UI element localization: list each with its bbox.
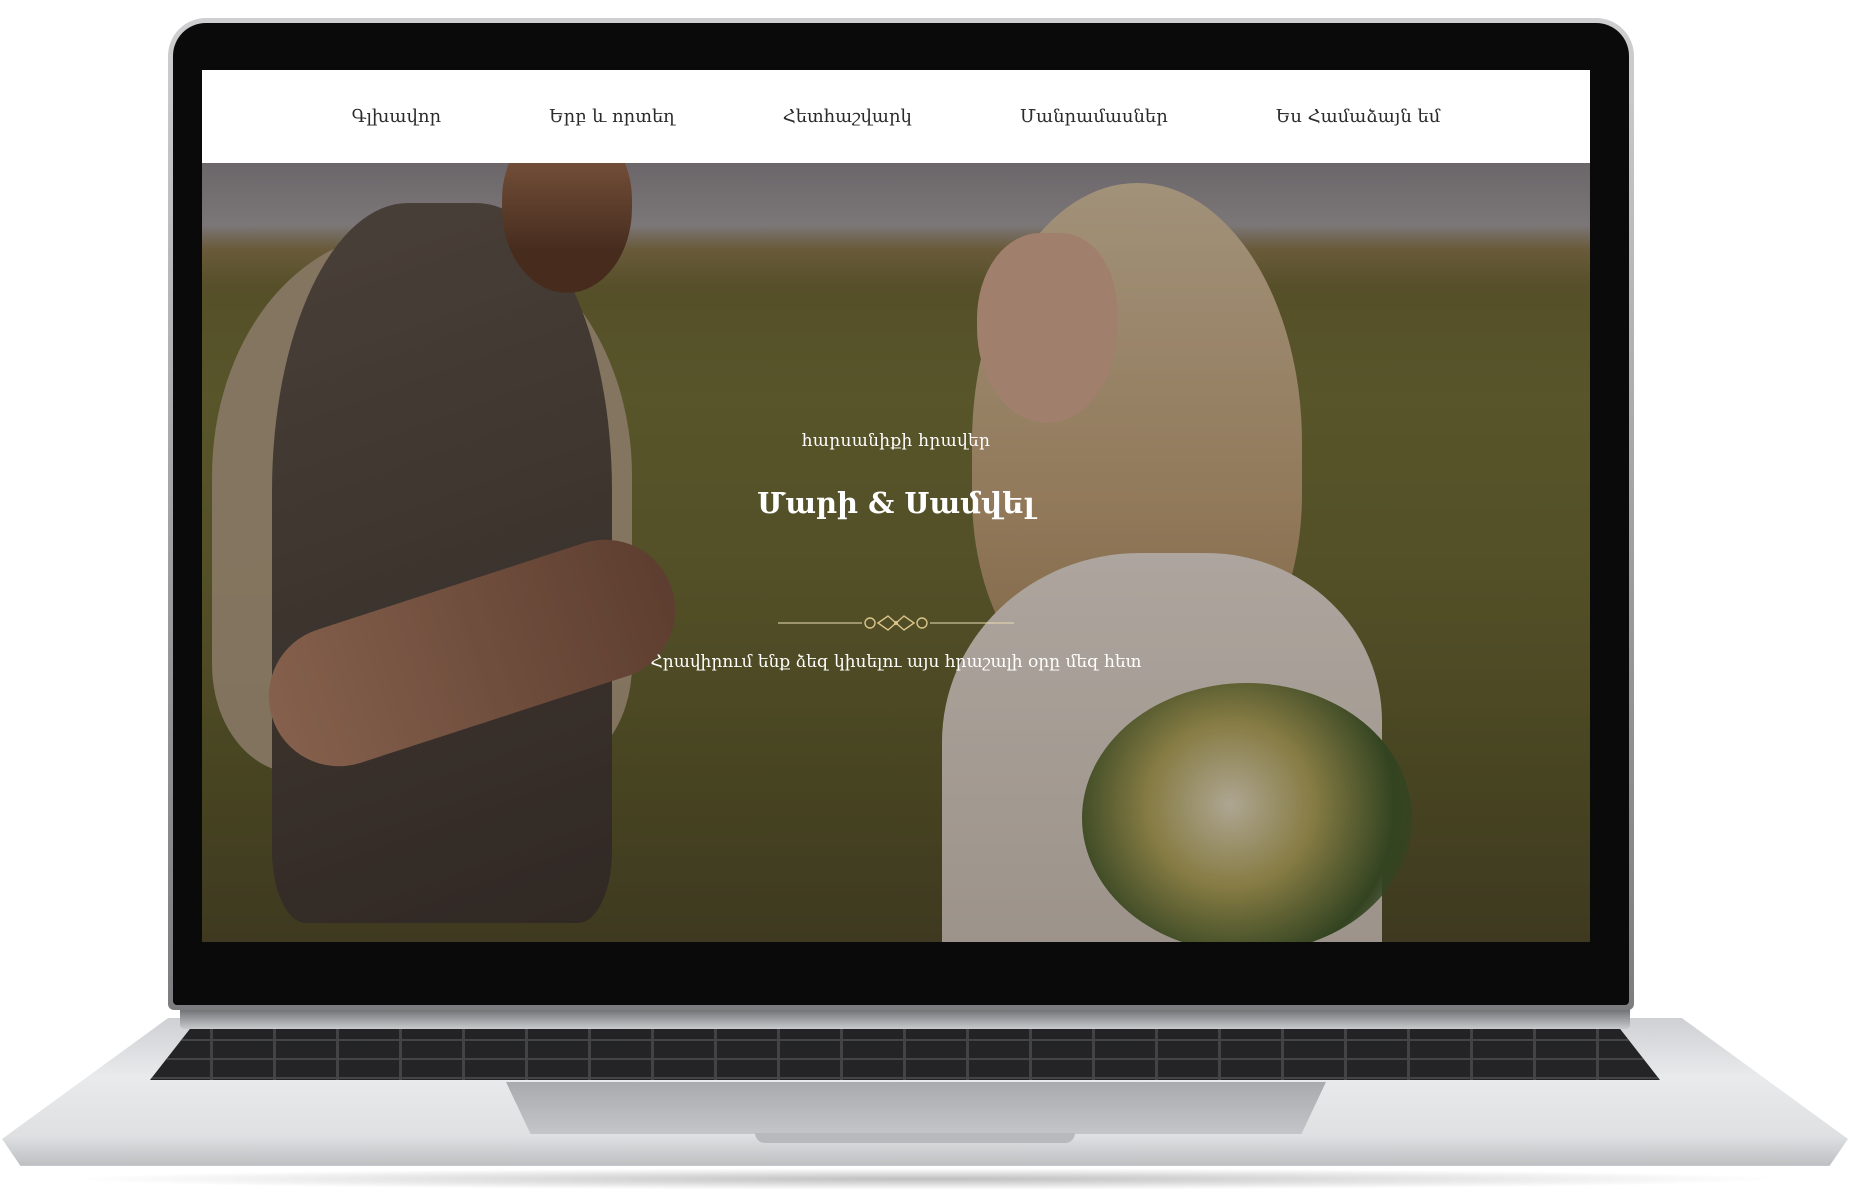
nav-item-home[interactable]: Գլխավոր bbox=[352, 106, 442, 127]
nav-item-countdown[interactable]: Հետհաշվարկ bbox=[783, 106, 912, 127]
top-navigation: Գլխավոր Երբ և որտեղ Հետհաշվարկ Մանրամասն… bbox=[202, 70, 1590, 163]
hero-subtitle: հարսանիքի հրավեր bbox=[801, 431, 991, 451]
hero-section: հարսանիքի հրավեր Մարի & Սամվել Հրավիրում… bbox=[202, 163, 1590, 942]
laptop-notch bbox=[755, 1133, 1075, 1143]
laptop-mockup: Գլխավոր Երբ և որտեղ Հետհաշվարկ Մանրամասն… bbox=[0, 0, 1850, 1204]
ornament-divider-icon bbox=[778, 615, 1014, 631]
hero-tagline: Հրավիրում ենք ձեզ կիսելու այս հրաշալի օր… bbox=[650, 652, 1142, 672]
laptop-screen: Գլխավոր Երբ և որտեղ Հետհաշվարկ Մանրամասն… bbox=[202, 70, 1590, 942]
laptop-trackpad bbox=[506, 1082, 1326, 1134]
laptop-shadow bbox=[60, 1168, 1790, 1190]
hero-content: հարսանիքի հրավեր Մարի & Սամվել Հրավիրում… bbox=[202, 163, 1590, 942]
laptop-keyboard-rows bbox=[150, 1022, 1660, 1080]
nav-item-when-where[interactable]: Երբ և որտեղ bbox=[549, 106, 675, 127]
hero-title: Մարի & Սամվել bbox=[757, 486, 1035, 520]
nav-item-details[interactable]: Մանրամասներ bbox=[1020, 106, 1168, 127]
nav-item-rsvp[interactable]: Ես Համաձայն եմ bbox=[1276, 106, 1441, 127]
